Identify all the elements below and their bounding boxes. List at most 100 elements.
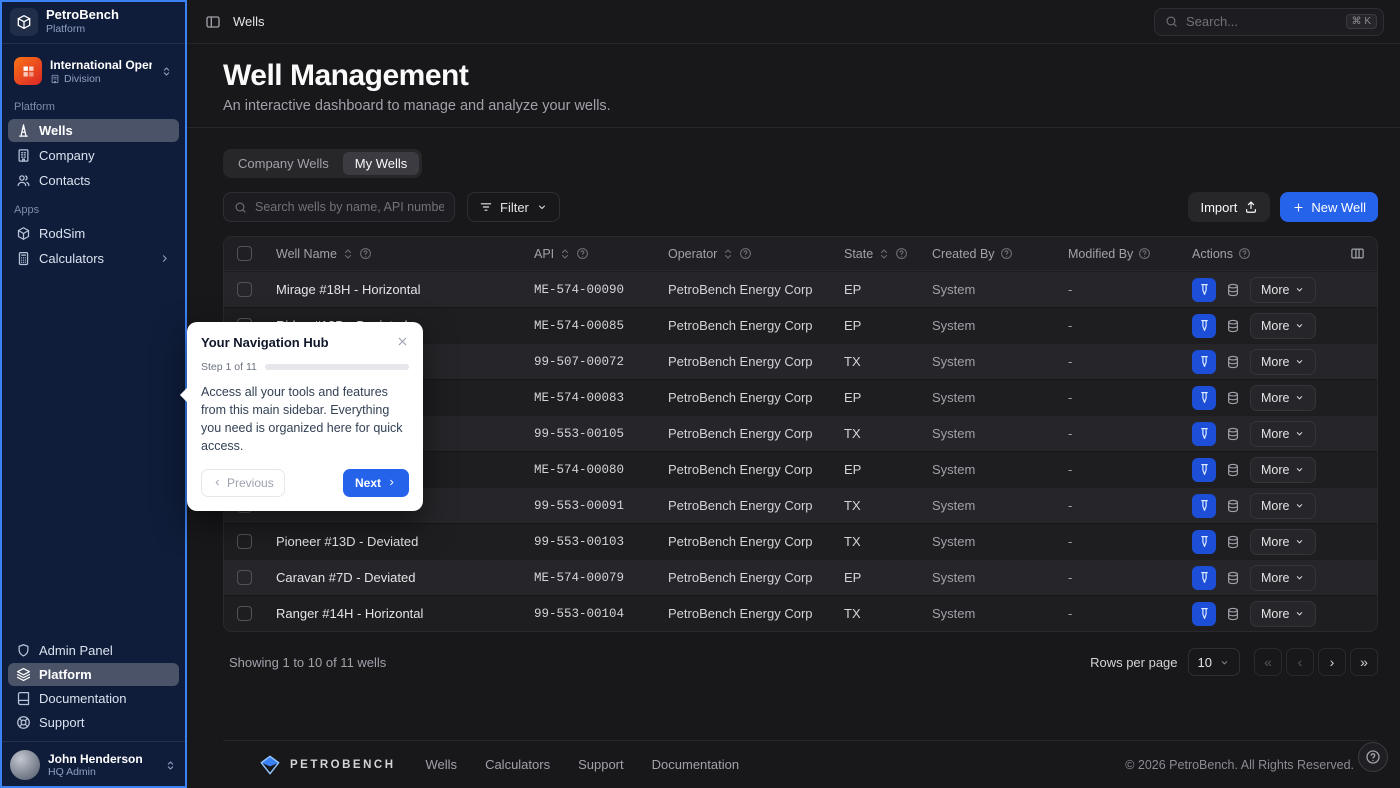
sidebar-item-rodsim[interactable]: RodSim <box>8 222 179 245</box>
sidebar-item-platform[interactable]: Platform <box>8 663 179 686</box>
sidebar-item-admin-panel[interactable]: Admin Panel <box>8 639 179 662</box>
next-page-button[interactable]: › <box>1318 648 1346 676</box>
database-button[interactable] <box>1221 278 1245 302</box>
well-name-cell[interactable]: Pioneer #13D - Deviated <box>264 534 522 549</box>
more-button[interactable]: More <box>1250 601 1316 627</box>
modified-by-cell: - <box>1056 354 1180 369</box>
tour-next-button[interactable]: Next <box>343 469 409 497</box>
user-menu[interactable]: John Henderson HQ Admin <box>0 741 187 788</box>
wellbore-diagram-button[interactable] <box>1192 530 1216 554</box>
sort-icon[interactable] <box>342 248 354 260</box>
database-button[interactable] <box>1221 386 1245 410</box>
chevron-down-icon <box>1294 536 1305 547</box>
row-checkbox[interactable] <box>237 570 252 585</box>
org-switcher[interactable]: International Operatio Division <box>8 52 179 90</box>
help-circle-icon[interactable] <box>739 247 752 260</box>
chevron-down-icon <box>536 201 548 213</box>
well-name-cell[interactable]: Caravan #7D - Deviated <box>264 570 522 585</box>
database-button[interactable] <box>1221 566 1245 590</box>
database-button[interactable] <box>1221 422 1245 446</box>
table-row: Caravan #7D - Deviated ME-574-00079 Petr… <box>224 559 1377 595</box>
column-modified-by: Modified By <box>1056 247 1180 261</box>
database-button[interactable] <box>1221 494 1245 518</box>
sort-icon[interactable] <box>878 248 890 260</box>
database-button[interactable] <box>1221 350 1245 374</box>
filter-button[interactable]: Filter <box>467 192 560 222</box>
more-button[interactable]: More <box>1250 529 1316 555</box>
sidebar-item-calculators[interactable]: Calculators <box>8 247 179 270</box>
sort-icon[interactable] <box>559 248 571 260</box>
help-circle-icon[interactable] <box>359 247 372 260</box>
first-page-button[interactable]: « <box>1254 648 1282 676</box>
more-button[interactable]: More <box>1250 349 1316 375</box>
sidebar-item-contacts[interactable]: Contacts <box>8 169 179 192</box>
global-search[interactable]: ⌘ K <box>1154 8 1384 36</box>
wellbore-diagram-button[interactable] <box>1192 422 1216 446</box>
more-button[interactable]: More <box>1250 385 1316 411</box>
database-button[interactable] <box>1221 530 1245 554</box>
row-checkbox[interactable] <box>237 534 252 549</box>
help-button[interactable] <box>1358 742 1388 772</box>
column-state[interactable]: State <box>832 247 920 261</box>
more-button[interactable]: More <box>1250 421 1316 447</box>
wells-search-input[interactable] <box>255 200 444 214</box>
rows-per-page-select[interactable]: 10 <box>1188 648 1240 676</box>
tour-previous-button[interactable]: Previous <box>201 469 285 497</box>
more-button[interactable]: More <box>1250 457 1316 483</box>
wellbore-diagram-button[interactable] <box>1192 314 1216 338</box>
wellbore-diagram-button[interactable] <box>1192 458 1216 482</box>
wellbore-diagram-button[interactable] <box>1192 278 1216 302</box>
tab-my-wells[interactable]: My Wells <box>343 152 419 175</box>
api-cell: ME-574-00080 <box>522 463 656 477</box>
select-all-checkbox[interactable] <box>237 246 252 261</box>
sidebar-item-wells[interactable]: Wells <box>8 119 179 142</box>
more-button[interactable]: More <box>1250 493 1316 519</box>
tab-company-wells[interactable]: Company Wells <box>226 152 341 175</box>
import-button[interactable]: Import <box>1188 192 1270 222</box>
footer-link-calculators[interactable]: Calculators <box>485 757 550 772</box>
close-icon[interactable] <box>396 335 409 348</box>
database-button[interactable] <box>1221 314 1245 338</box>
database-button[interactable] <box>1221 458 1245 482</box>
database-button[interactable] <box>1221 602 1245 626</box>
help-circle-icon[interactable] <box>1138 247 1151 260</box>
api-cell: 99-553-00091 <box>522 499 656 513</box>
sidebar-item-documentation[interactable]: Documentation <box>8 687 179 710</box>
more-button[interactable]: More <box>1250 313 1316 339</box>
row-checkbox[interactable] <box>237 606 252 621</box>
footer-link-wells[interactable]: Wells <box>426 757 458 772</box>
help-circle-icon[interactable] <box>1000 247 1013 260</box>
wellbore-diagram-button[interactable] <box>1192 602 1216 626</box>
sort-icon[interactable] <box>722 248 734 260</box>
previous-page-button[interactable]: ‹ <box>1286 648 1314 676</box>
column-settings-button[interactable] <box>1348 244 1367 263</box>
column-api[interactable]: API <box>522 247 656 261</box>
row-checkbox[interactable] <box>237 282 252 297</box>
footer-link-support[interactable]: Support <box>578 757 624 772</box>
last-page-button[interactable]: » <box>1350 648 1378 676</box>
more-button[interactable]: More <box>1250 565 1316 591</box>
shortcut-badge: ⌘ K <box>1346 14 1377 29</box>
help-circle-icon[interactable] <box>1238 247 1251 260</box>
operator-cell: PetroBench Energy Corp <box>656 282 832 297</box>
sidebar-item-company[interactable]: Company <box>8 144 179 167</box>
new-well-button[interactable]: New Well <box>1280 192 1378 222</box>
more-button[interactable]: More <box>1250 277 1316 303</box>
well-name-cell[interactable]: Mirage #18H - Horizontal <box>264 282 522 297</box>
sidebar-item-support[interactable]: Support <box>8 711 179 734</box>
global-search-input[interactable] <box>1186 14 1338 29</box>
column-operator[interactable]: Operator <box>656 247 832 261</box>
wells-search[interactable] <box>223 192 455 222</box>
help-circle-icon[interactable] <box>895 247 908 260</box>
sidebar-toggle-button[interactable] <box>203 12 223 32</box>
table-row: Pioneer #13D - Deviated 99-553-00103 Pet… <box>224 523 1377 559</box>
help-circle-icon[interactable] <box>576 247 589 260</box>
well-name-cell[interactable]: Ranger #14H - Horizontal <box>264 606 522 621</box>
book-icon <box>16 691 31 706</box>
footer-link-documentation[interactable]: Documentation <box>652 757 739 772</box>
wellbore-diagram-button[interactable] <box>1192 566 1216 590</box>
column-well-name[interactable]: Well Name <box>264 247 522 261</box>
wellbore-diagram-button[interactable] <box>1192 494 1216 518</box>
wellbore-diagram-button[interactable] <box>1192 350 1216 374</box>
wellbore-diagram-button[interactable] <box>1192 386 1216 410</box>
